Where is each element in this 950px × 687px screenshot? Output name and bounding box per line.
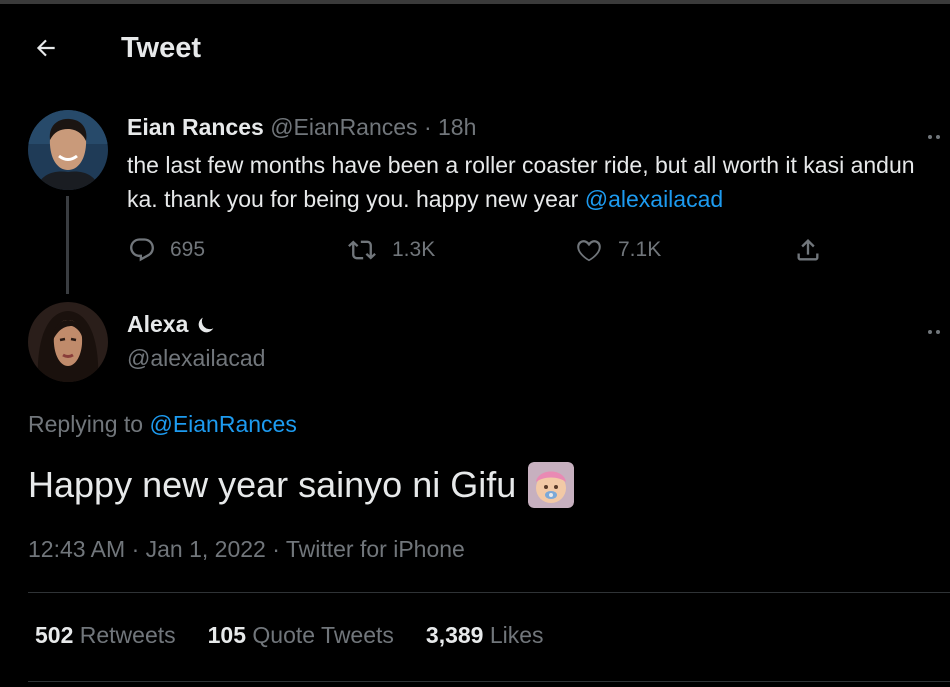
share-button[interactable] xyxy=(794,232,822,268)
back-button[interactable] xyxy=(28,30,64,66)
reply-button[interactable]: 695 xyxy=(128,232,205,268)
page-title: Tweet xyxy=(121,32,202,64)
like-count: 7.1K xyxy=(618,238,662,261)
share-icon xyxy=(797,239,819,261)
likes-stat[interactable]: 3,389 Likes xyxy=(426,622,544,649)
like-button[interactable]: 7.1K xyxy=(574,232,661,268)
reply-author-name[interactable]: Alexa xyxy=(127,311,217,338)
replying-prefix: Replying to xyxy=(28,411,150,437)
tweet-meta[interactable]: 12:43 AM · Jan 1, 2022 · Twitter for iPh… xyxy=(28,536,465,563)
likes-count: 3,389 xyxy=(425,622,484,648)
retweets-count: 502 xyxy=(35,622,74,648)
retweets-label: Retweets xyxy=(79,622,176,648)
avatar-image xyxy=(28,302,108,382)
reply-author-label: Alexa xyxy=(127,311,189,337)
arrow-left-icon xyxy=(36,39,55,57)
tweet-stats: 502 Retweets 105 Quote Tweets 3,389 Like… xyxy=(35,622,576,649)
more-button-reply[interactable] xyxy=(928,321,950,334)
mention-link[interactable]: @alexailacad xyxy=(585,186,723,212)
avatar-eian[interactable] xyxy=(28,110,108,190)
divider-bottom xyxy=(28,681,950,682)
more-button-parent[interactable] xyxy=(928,126,950,139)
retweets-stat[interactable]: 502 Retweets xyxy=(35,622,176,649)
retweet-button[interactable]: 1.3K xyxy=(346,232,435,268)
reply-icon xyxy=(130,238,154,262)
more-icon-dot xyxy=(936,330,940,334)
parent-tweet-actions: 695 1.3K 7.1K xyxy=(0,232,950,268)
more-icon-dot xyxy=(936,135,940,139)
reply-tweet-text: Happy new year sainyo ni Gifu xyxy=(28,462,575,508)
replying-to: Replying to @EianRances xyxy=(28,411,297,438)
avatar-alexa[interactable] xyxy=(28,302,108,382)
separator-dot: · xyxy=(423,114,432,140)
parent-tweet-text: the last few months have been a roller c… xyxy=(127,148,927,216)
replying-to-link[interactable]: @EianRances xyxy=(149,411,296,437)
header: Tweet xyxy=(0,4,950,94)
reply-count: 695 xyxy=(170,238,206,261)
author-name[interactable]: Eian Rances xyxy=(127,114,264,140)
likes-label: Likes xyxy=(489,622,544,648)
parent-tweet-body: the last few months have been a roller c… xyxy=(127,152,915,212)
quote-tweets-label: Quote Tweets xyxy=(252,622,394,648)
retweet-icon xyxy=(348,240,376,260)
parent-tweet-header: Eian Rances @EianRances · 18h xyxy=(127,114,476,141)
reply-tweet-body: Happy new year sainyo ni Gifu xyxy=(28,464,517,505)
moon-icon xyxy=(199,317,214,332)
baby-emoji-icon xyxy=(528,462,575,508)
author-handle[interactable]: @EianRances xyxy=(270,114,417,140)
reply-author-handle[interactable]: @alexailacad xyxy=(127,345,265,372)
retweet-count: 1.3K xyxy=(392,238,436,261)
more-icon xyxy=(928,135,932,139)
avatar-image xyxy=(28,110,108,190)
divider-top xyxy=(28,592,950,593)
more-icon xyxy=(928,330,932,334)
heart-icon xyxy=(577,240,601,262)
quote-tweets-count: 105 xyxy=(207,622,247,648)
tweet-time[interactable]: 18h xyxy=(438,114,476,140)
quote-tweets-stat[interactable]: 105 Quote Tweets xyxy=(208,622,394,649)
